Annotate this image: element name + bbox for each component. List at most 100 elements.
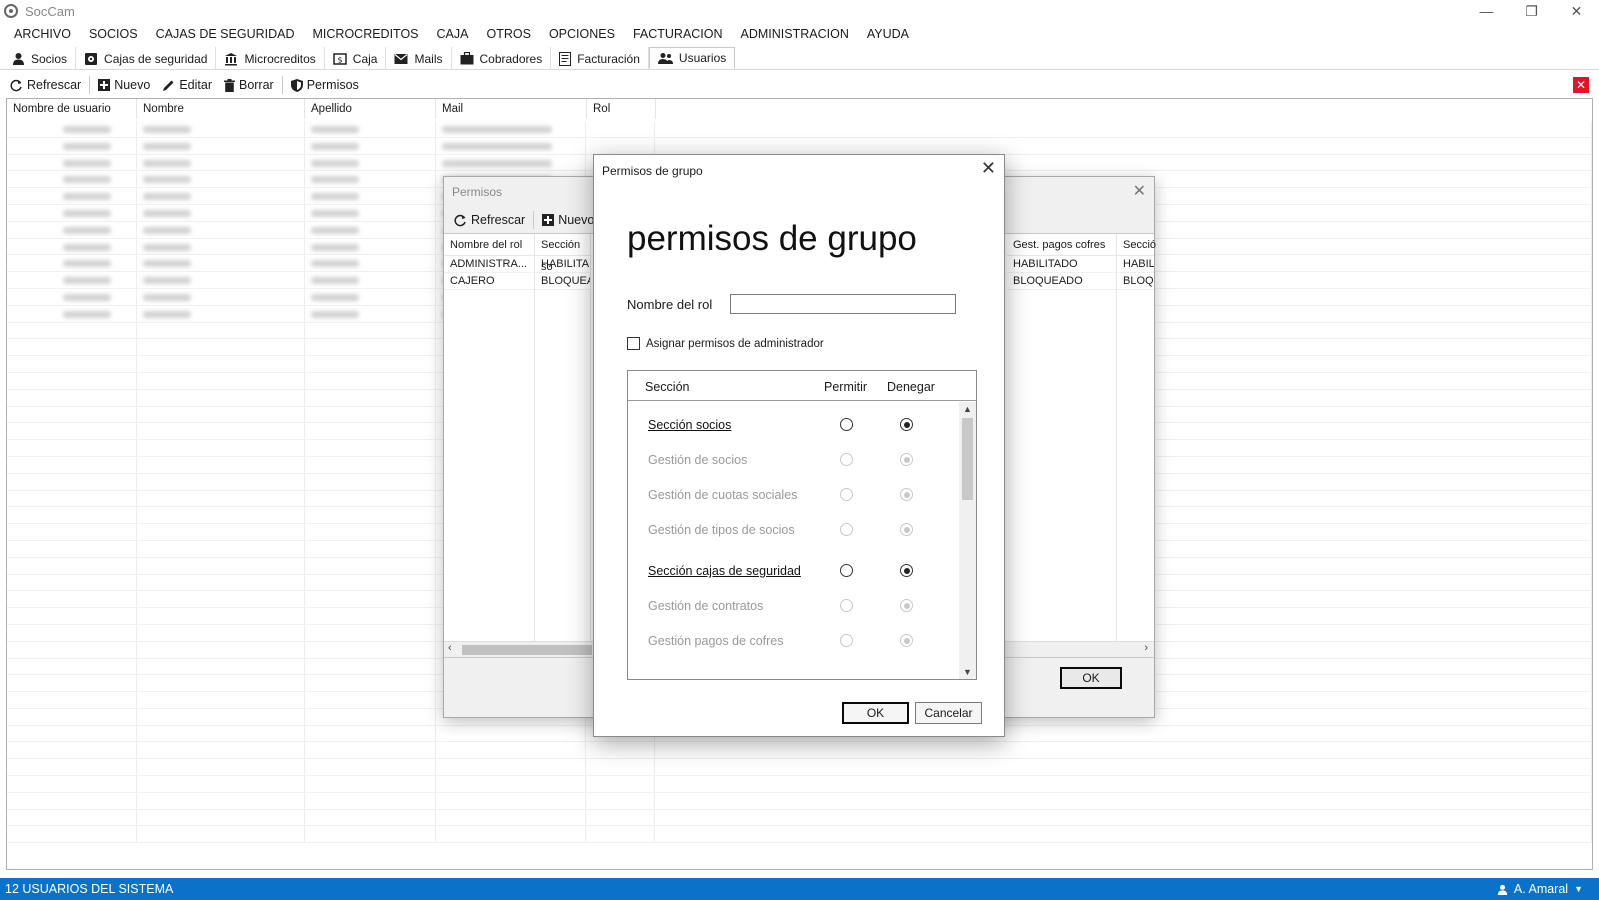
permissions-button[interactable]: Permisos bbox=[285, 78, 365, 92]
scroll-up-icon[interactable]: ▲ bbox=[963, 404, 972, 414]
deny-radio[interactable] bbox=[900, 564, 913, 577]
menu-microcreditos[interactable]: MICROCREDITOS bbox=[304, 27, 428, 41]
table-cell bbox=[137, 188, 305, 204]
table-cell bbox=[137, 221, 305, 238]
col-header[interactable]: Nombre del rol bbox=[444, 234, 534, 256]
redacted-value bbox=[441, 159, 552, 167]
table-row[interactable] bbox=[7, 776, 1592, 793]
col-lastname[interactable]: Apellido bbox=[305, 99, 436, 119]
redacted-value bbox=[142, 226, 191, 234]
table-cell bbox=[305, 356, 436, 372]
table-cell bbox=[436, 137, 587, 154]
table-row[interactable] bbox=[7, 826, 1592, 844]
col-role[interactable]: Rol bbox=[587, 99, 656, 119]
table-cell bbox=[436, 154, 587, 171]
col-header[interactable]: Sección so bbox=[535, 234, 590, 273]
table-cell bbox=[7, 490, 137, 507]
tab-usuarios[interactable]: Usuarios bbox=[648, 47, 736, 69]
cell-section[interactable]: HABILITAD bbox=[535, 256, 590, 273]
role-name-input[interactable] bbox=[730, 294, 956, 314]
table-row[interactable] bbox=[7, 759, 1592, 777]
admin-checkbox[interactable] bbox=[627, 337, 640, 350]
cell-gest[interactable]: HABILITADO bbox=[1007, 256, 1116, 273]
minimize-icon[interactable]: — bbox=[1464, 0, 1509, 22]
close-icon[interactable]: ✕ bbox=[1554, 0, 1599, 22]
close-tab-button[interactable]: ✕ bbox=[1573, 77, 1589, 93]
table-row[interactable] bbox=[7, 137, 1592, 155]
refresh-label: Refrescar bbox=[471, 213, 526, 227]
table-row[interactable] bbox=[7, 792, 1592, 810]
sections-header: Sección Permitir Denegar bbox=[628, 371, 976, 401]
admin-permissions-option[interactable]: Asignar permisos de administrador bbox=[627, 337, 824, 350]
col-header[interactable]: Secció bbox=[1117, 234, 1156, 256]
redacted-value bbox=[63, 277, 111, 285]
col-username[interactable]: Nombre de usuario bbox=[7, 99, 137, 119]
new-button[interactable]: Nuevo bbox=[92, 78, 156, 92]
table-row[interactable] bbox=[7, 809, 1592, 827]
allow-radio[interactable] bbox=[840, 564, 853, 577]
menu-cajas-seguridad[interactable]: CAJAS DE SEGURIDAD bbox=[147, 27, 304, 41]
table-cell bbox=[7, 591, 137, 608]
menu-otros[interactable]: OTROS bbox=[477, 27, 539, 41]
permisos-refresh-button[interactable]: Refrescar bbox=[448, 213, 531, 227]
scrollbar-thumb[interactable] bbox=[962, 418, 973, 500]
close-icon[interactable]: ✕ bbox=[981, 158, 996, 179]
table-cell bbox=[305, 692, 436, 708]
table-cell bbox=[137, 809, 305, 826]
cell-role[interactable]: CAJERO bbox=[444, 273, 534, 290]
menu-caja[interactable]: CAJA bbox=[428, 27, 478, 41]
tab-socios[interactable]: Socios bbox=[4, 47, 77, 70]
col-mail[interactable]: Mail bbox=[436, 99, 587, 119]
col-header[interactable]: Gest. pagos cofres bbox=[1007, 234, 1116, 256]
cell-section-b[interactable]: BLOQU bbox=[1117, 273, 1154, 290]
edit-button[interactable]: Editar bbox=[156, 78, 218, 92]
restore-icon[interactable]: ❐ bbox=[1509, 0, 1554, 22]
table-cell bbox=[586, 826, 656, 843]
deny-radio[interactable] bbox=[900, 418, 913, 431]
permisos-new-button[interactable]: Nuevo bbox=[536, 213, 600, 227]
table-row[interactable] bbox=[7, 742, 1592, 760]
refresh-button[interactable]: Refrescar bbox=[4, 78, 87, 92]
table-cell bbox=[436, 809, 587, 826]
table-cell bbox=[137, 356, 305, 372]
scroll-right-icon[interactable]: › bbox=[1144, 642, 1148, 654]
delete-button[interactable]: Borrar bbox=[218, 78, 280, 92]
menu-archivo[interactable]: ARCHIVO bbox=[0, 27, 80, 41]
scroll-down-icon[interactable]: ▼ bbox=[963, 667, 972, 677]
table-cell bbox=[305, 809, 436, 826]
table-cell bbox=[305, 742, 436, 759]
menu-ayuda[interactable]: AYUDA bbox=[858, 27, 918, 41]
menu-facturacion[interactable]: FACTURACION bbox=[624, 27, 732, 41]
scrollbar-thumb[interactable] bbox=[462, 645, 592, 655]
briefcase-icon bbox=[460, 52, 473, 65]
tab-facturacion[interactable]: Facturación bbox=[551, 47, 649, 70]
col-name[interactable]: Nombre bbox=[137, 99, 305, 119]
cell-gest[interactable]: BLOQUEADO bbox=[1007, 273, 1116, 290]
toolbar-separator bbox=[281, 76, 283, 94]
table-cell bbox=[305, 591, 436, 608]
cell-role[interactable]: ADMINISTRA... bbox=[444, 256, 534, 273]
cell-section-b[interactable]: HABIL bbox=[1117, 256, 1154, 273]
current-user[interactable]: A. Amaral ▼ bbox=[1497, 882, 1583, 896]
vertical-scrollbar[interactable]: ▲ ▼ bbox=[959, 402, 976, 679]
section-label[interactable]: Sección cajas de seguridad bbox=[648, 564, 801, 578]
section-label[interactable]: Sección socios bbox=[648, 418, 731, 432]
menu-opciones[interactable]: OPCIONES bbox=[540, 27, 624, 41]
permisos-ok-button[interactable]: OK bbox=[1060, 667, 1122, 689]
allow-radio[interactable] bbox=[840, 418, 853, 431]
menu-socios[interactable]: SOCIOS bbox=[80, 27, 147, 41]
ok-button[interactable]: OK bbox=[842, 702, 909, 724]
tab-microcreditos[interactable]: Microcreditos bbox=[216, 47, 325, 70]
menu-administracion[interactable]: ADMINISTRACION bbox=[732, 27, 858, 41]
table-row[interactable] bbox=[7, 121, 1592, 138]
close-icon[interactable]: ✕ bbox=[1133, 181, 1146, 201]
cell-section[interactable]: BLOQUEA bbox=[535, 273, 590, 290]
tab-cajas-seguridad[interactable]: Cajas de seguridad bbox=[76, 47, 217, 70]
section-row: Gestión de contratos bbox=[628, 583, 958, 618]
tab-cobradores[interactable]: Cobradores bbox=[452, 47, 552, 70]
cancel-button[interactable]: Cancelar bbox=[915, 702, 982, 724]
tab-mails[interactable]: Mails bbox=[386, 47, 452, 70]
table-cell bbox=[137, 608, 305, 624]
tab-caja[interactable]: $ Caja bbox=[325, 47, 387, 70]
scroll-left-icon[interactable]: ‹ bbox=[448, 642, 452, 654]
